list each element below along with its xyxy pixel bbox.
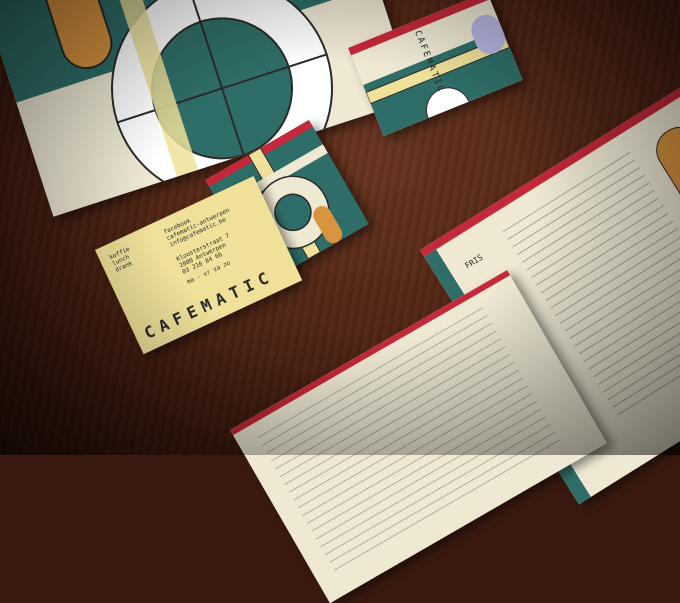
photo-scene: CAFEMATIC CAFEMATIC koffie lunch drank f… [0, 0, 680, 603]
hours-item: za [212, 264, 222, 274]
hours-item: zo [221, 259, 232, 269]
card-tagline: koffie lunch drank [108, 246, 137, 274]
